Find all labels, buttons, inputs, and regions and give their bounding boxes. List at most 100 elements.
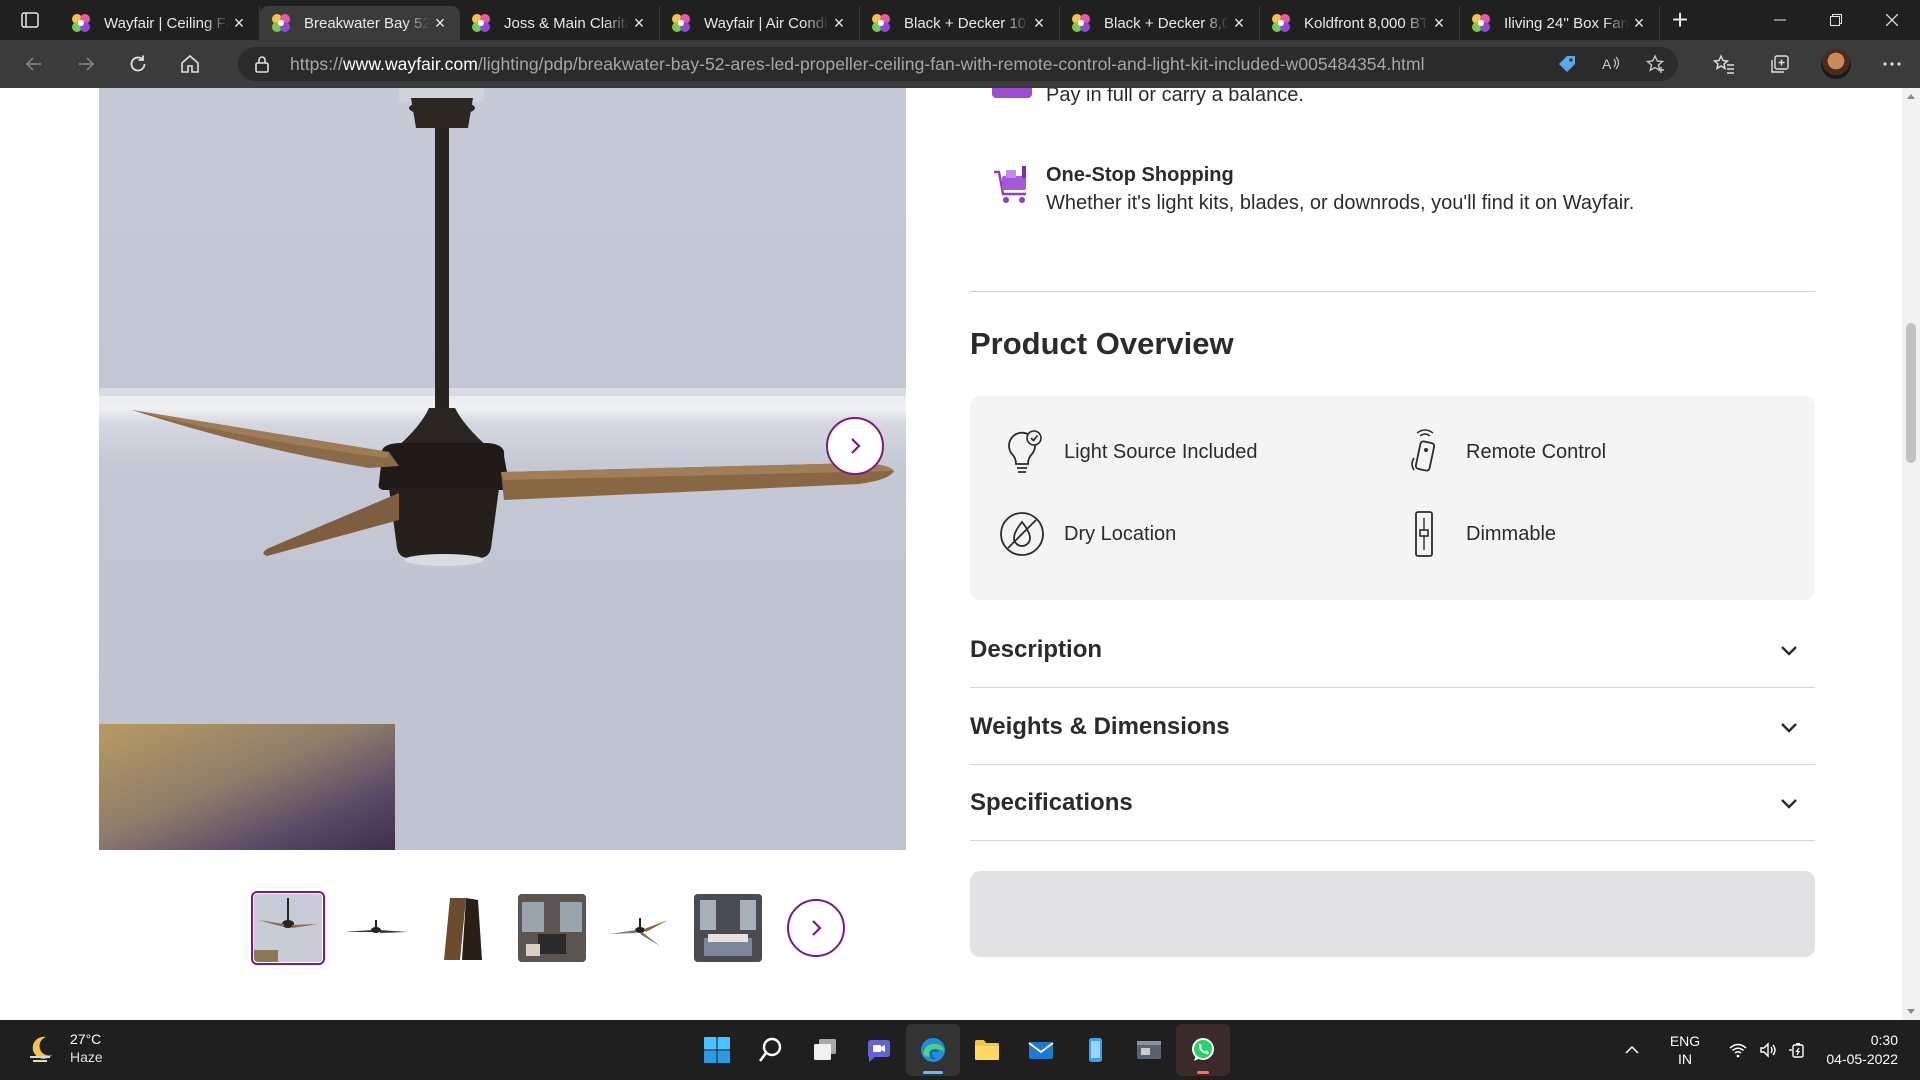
feature-description: Pay in full or carry a balance.	[1046, 88, 1304, 106]
thumbnail-6[interactable]	[691, 891, 765, 965]
search-icon	[758, 1037, 782, 1062]
coupon-tag-icon[interactable]	[1556, 53, 1578, 75]
close-tab-icon[interactable]: ×	[1629, 13, 1649, 33]
wayfair-favicon-icon	[1072, 14, 1090, 32]
wayfair-favicon-icon	[672, 14, 690, 32]
app-window-icon	[1137, 1041, 1161, 1059]
tab-title: Koldfront 8,000 BTU	[1304, 14, 1429, 32]
thumbnail-3[interactable]	[427, 891, 501, 965]
tab-actions-menu-icon[interactable]	[0, 0, 60, 40]
quick-settings[interactable]	[1728, 1040, 1808, 1060]
thumbnail-5[interactable]	[603, 891, 677, 965]
thumbnail-4[interactable]	[515, 891, 589, 965]
scrollbar-thumb[interactable]	[1906, 323, 1916, 463]
scroll-up-icon[interactable]	[1907, 94, 1915, 99]
close-tab-icon[interactable]: ×	[430, 13, 450, 33]
task-view-button[interactable]	[798, 1024, 852, 1076]
accordion-description[interactable]: Description	[970, 612, 1815, 688]
close-tab-icon[interactable]: ×	[229, 13, 249, 33]
phone-link-icon	[1089, 1038, 1102, 1062]
browser-tab[interactable]: Wayfair | Air Conditioners×	[660, 6, 860, 40]
section-divider	[970, 291, 1815, 292]
forward-icon[interactable]	[60, 40, 112, 88]
whatsapp-icon	[1192, 1038, 1214, 1061]
close-window-button[interactable]	[1864, 0, 1920, 40]
browser-tab[interactable]: Black + Decker 8,000×	[1060, 6, 1260, 40]
tab-title: Black + Decker 10,000	[904, 14, 1029, 32]
close-tab-icon[interactable]: ×	[629, 13, 649, 33]
browser-tab[interactable]: Koldfront 8,000 BTU ×	[1260, 6, 1460, 40]
restore-button[interactable]	[1808, 0, 1864, 40]
system-clock[interactable]: 0:30 04-05-2022	[1818, 1031, 1898, 1069]
accordion-specifications[interactable]: Specifications	[970, 765, 1815, 841]
read-aloud-icon[interactable]: A	[1600, 53, 1622, 75]
edge-browser-button[interactable]	[906, 1024, 960, 1076]
close-tab-icon[interactable]: ×	[829, 13, 849, 33]
home-icon[interactable]	[164, 40, 216, 88]
feature-financing: Pay in full or carry a balance.	[988, 88, 1304, 114]
browser-tab-strip: Wayfair | Ceiling Fans×Breakwater Bay 52…	[0, 0, 1920, 40]
browser-toolbar: https://www.wayfair.com/lighting/pdp/bre…	[0, 40, 1920, 88]
mail-button[interactable]	[1014, 1024, 1068, 1076]
product-main-image[interactable]	[99, 88, 906, 850]
new-tab-button[interactable]: +	[1660, 0, 1700, 40]
overview-item-remote-control: Remote Control	[1400, 428, 1606, 476]
page-scrollbar[interactable]	[1902, 88, 1920, 1020]
wayfair-favicon-icon	[872, 14, 890, 32]
weather-widget[interactable]: 27°C Haze	[24, 1030, 103, 1066]
product-overview-box: Light Source Included Remote Control Dry…	[970, 396, 1815, 600]
volume-icon	[1760, 1042, 1776, 1058]
folder-icon	[975, 1040, 999, 1060]
overview-item-dimmable: Dimmable	[1400, 510, 1556, 558]
back-icon[interactable]	[8, 40, 60, 88]
profile-avatar[interactable]	[1808, 40, 1864, 88]
browser-tab[interactable]: Breakwater Bay 52" Ares×	[260, 6, 460, 40]
svg-text:A: A	[1602, 56, 1612, 72]
favorites-icon[interactable]	[1696, 40, 1752, 88]
app-button[interactable]	[1122, 1024, 1176, 1076]
weather-description: Haze	[70, 1049, 103, 1065]
refresh-icon[interactable]	[112, 40, 164, 88]
overview-item-label: Dimmable	[1466, 522, 1557, 545]
close-tab-icon[interactable]: ×	[1429, 13, 1449, 33]
browser-tab[interactable]: Iliving 24'' Box Fan ×	[1460, 6, 1660, 40]
scroll-down-icon[interactable]	[1907, 1009, 1915, 1014]
lock-icon[interactable]	[252, 54, 272, 74]
minimize-button[interactable]	[1752, 0, 1808, 40]
phone-link-button[interactable]	[1068, 1024, 1122, 1076]
start-button[interactable]	[690, 1024, 744, 1076]
wayfair-favicon-icon	[472, 14, 490, 32]
browser-tab[interactable]: Black + Decker 10,000×	[860, 6, 1060, 40]
address-bar[interactable]: https://www.wayfair.com/lighting/pdp/bre…	[238, 47, 1678, 81]
image-next-button[interactable]	[826, 417, 884, 475]
mail-icon	[1028, 1042, 1054, 1059]
url-text[interactable]: https://www.wayfair.com/lighting/pdp/bre…	[290, 54, 1425, 75]
battery-icon	[1789, 1043, 1804, 1058]
thumbnail-next-button[interactable]	[787, 899, 845, 957]
close-tab-icon[interactable]: ×	[1029, 13, 1049, 33]
chat-icon	[868, 1040, 890, 1062]
browser-tab[interactable]: Wayfair | Ceiling Fans×	[60, 6, 260, 40]
collections-icon[interactable]	[1752, 40, 1808, 88]
settings-more-icon[interactable]	[1864, 40, 1920, 88]
thumbnail-2[interactable]	[339, 891, 413, 965]
browser-tab[interactable]: Joss & Main Clarita ×	[460, 6, 660, 40]
lightbulb-check-icon	[1008, 430, 1042, 473]
add-favorite-icon[interactable]	[1644, 53, 1666, 75]
chevron-down-icon	[1781, 645, 1797, 656]
file-explorer-button[interactable]	[960, 1024, 1014, 1076]
close-tab-icon[interactable]: ×	[1229, 13, 1249, 33]
show-hidden-icons-button[interactable]	[1612, 1042, 1652, 1058]
search-button[interactable]	[744, 1024, 798, 1076]
clock-date: 04-05-2022	[1826, 1051, 1898, 1067]
thumbnail-1[interactable]	[251, 891, 325, 965]
accordion-label: Specifications	[970, 788, 1133, 816]
whatsapp-button[interactable]	[1176, 1024, 1230, 1076]
clock-time: 0:30	[1870, 1032, 1898, 1048]
feature-one-stop-shopping: One-Stop Shopping Whether it's light kit…	[988, 162, 1634, 218]
tab-title: Wayfair | Air Conditioners	[704, 14, 829, 32]
teams-chat-button[interactable]	[852, 1024, 906, 1076]
input-language-indicator[interactable]: ENG IN	[1660, 1032, 1710, 1068]
remote-control-icon	[1411, 429, 1436, 472]
accordion-weights-dimensions[interactable]: Weights & Dimensions	[970, 689, 1815, 765]
